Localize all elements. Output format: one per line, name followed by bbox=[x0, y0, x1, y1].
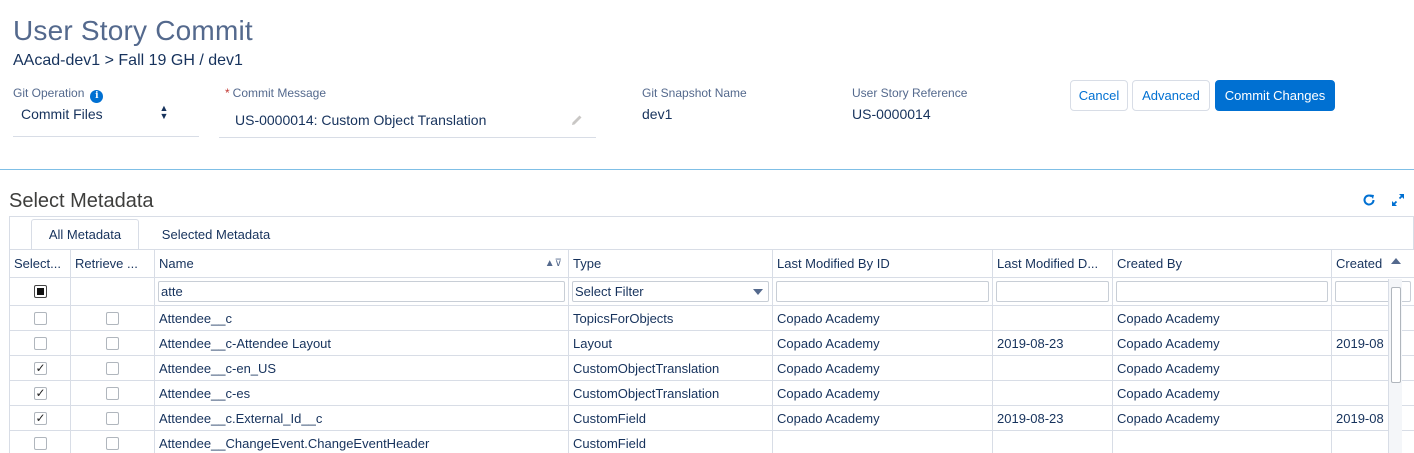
breadcrumb: AAcad-dev1 > Fall 19 GH / dev1 bbox=[13, 52, 243, 69]
col-last-modified-by[interactable]: Last Modified By ID bbox=[773, 250, 993, 277]
cell-type: CustomObjectTranslation bbox=[569, 381, 773, 405]
select-checkbox[interactable] bbox=[33, 361, 47, 375]
pencil-icon[interactable] bbox=[570, 113, 584, 127]
cell-created-by: Copado Academy bbox=[1113, 306, 1332, 330]
cell-modified-by: Copado Academy bbox=[773, 356, 993, 380]
retrieve-checkbox[interactable] bbox=[106, 311, 119, 325]
cell-modified-date: 2019-08-23 bbox=[993, 406, 1113, 430]
select-checkbox[interactable] bbox=[33, 436, 47, 450]
cell-modified-date bbox=[993, 431, 1113, 453]
scroll-up-icon[interactable] bbox=[1391, 258, 1401, 264]
select-checkbox[interactable] bbox=[33, 311, 47, 325]
cell-created-by: Copado Academy bbox=[1113, 381, 1332, 405]
col-created-by[interactable]: Created By bbox=[1113, 250, 1332, 277]
cell-modified-date bbox=[993, 306, 1113, 330]
retrieve-checkbox[interactable] bbox=[106, 411, 119, 425]
tab-selected-metadata[interactable]: Selected Metadata bbox=[146, 219, 286, 250]
retrieve-checkbox[interactable] bbox=[106, 361, 119, 375]
cell-modified-by bbox=[773, 431, 993, 453]
modified-by-filter-input[interactable] bbox=[776, 281, 989, 302]
scrollbar-thumb[interactable] bbox=[1391, 287, 1401, 383]
table-row[interactable]: Attendee__c-Attendee Layout Layout Copado … bbox=[10, 331, 1414, 356]
created-by-filter-input[interactable] bbox=[1116, 281, 1328, 302]
grid-header-row: Select... Retrieve ... Name ▲⊽ Type Last… bbox=[10, 250, 1414, 278]
commit-message-value: US-0000014: Custom Object Translation bbox=[235, 112, 487, 128]
col-created[interactable]: Created bbox=[1332, 250, 1414, 277]
cell-modified-date bbox=[993, 356, 1113, 380]
tab-all-metadata[interactable]: All Metadata bbox=[31, 219, 139, 250]
cell-type: CustomField bbox=[569, 431, 773, 453]
cell-name: Attendee__c.External_Id__c bbox=[155, 406, 569, 430]
cell-created-by: Copado Academy bbox=[1113, 406, 1332, 430]
cell-name: Attendee__ChangeEvent.ChangeEventHeader bbox=[155, 431, 569, 453]
grid-filter-row: Select Filter bbox=[10, 278, 1414, 306]
select-arrows-icon: ▲ ▼ bbox=[159, 103, 169, 121]
col-name[interactable]: Name ▲⊽ bbox=[155, 250, 569, 277]
name-filter-input[interactable] bbox=[158, 281, 565, 302]
select-checkbox[interactable] bbox=[33, 411, 47, 425]
cell-modified-by: Copado Academy bbox=[773, 406, 993, 430]
snapshot-label: Git Snapshot Name bbox=[642, 86, 747, 100]
cell-modified-by: Copado Academy bbox=[773, 306, 993, 330]
cell-created-by: Copado Academy bbox=[1113, 331, 1332, 355]
cell-modified-date bbox=[993, 381, 1113, 405]
git-operation-value: Commit Files bbox=[21, 106, 103, 122]
story-reference-value: US-0000014 bbox=[852, 106, 931, 122]
commit-message-field[interactable]: US-0000014: Custom Object Translation bbox=[219, 100, 596, 138]
select-checkbox[interactable] bbox=[33, 386, 47, 400]
sort-icon[interactable]: ▲ bbox=[545, 258, 555, 269]
chevron-down-icon bbox=[753, 289, 763, 295]
grid-scrollbar[interactable] bbox=[1388, 279, 1402, 453]
git-operation-select[interactable]: Commit Files ▲ ▼ bbox=[13, 100, 199, 137]
cell-type: TopicsForObjects bbox=[569, 306, 773, 330]
col-select[interactable]: Select... bbox=[10, 250, 71, 277]
retrieve-checkbox[interactable] bbox=[106, 436, 119, 450]
modified-date-filter-input[interactable] bbox=[996, 281, 1109, 302]
cell-name: Attendee__c-en_US bbox=[155, 356, 569, 380]
select-metadata-title: Select Metadata bbox=[9, 190, 154, 212]
metadata-tabs: All Metadata Selected Metadata bbox=[9, 216, 1414, 250]
cell-modified-by: Copado Academy bbox=[773, 331, 993, 355]
cell-name: Attendee__c-es bbox=[155, 381, 569, 405]
cell-type: CustomField bbox=[569, 406, 773, 430]
col-last-modified-date[interactable]: Last Modified D... bbox=[993, 250, 1113, 277]
commit-message-label: * Commit Message bbox=[225, 86, 327, 100]
table-row[interactable]: Attendee__c-esCustomObjectTranslationCop… bbox=[10, 381, 1414, 406]
table-row[interactable]: Attendee__c TopicsForObjects Copado Academ… bbox=[10, 306, 1414, 331]
metadata-grid: Select... Retrieve ... Name ▲⊽ Type Last… bbox=[9, 249, 1414, 453]
select-all-checkbox[interactable] bbox=[33, 285, 47, 298]
commit-changes-button[interactable]: Commit Changes bbox=[1215, 80, 1335, 111]
cell-type: Layout bbox=[569, 331, 773, 355]
col-retrieve[interactable]: Retrieve ... bbox=[71, 250, 155, 277]
advanced-button[interactable]: Advanced bbox=[1132, 80, 1210, 111]
cell-modified-date: 2019-08-23 bbox=[993, 331, 1113, 355]
cancel-button[interactable]: Cancel bbox=[1070, 80, 1128, 111]
table-row[interactable]: Attendee__c-en_USCustomObjectTranslation… bbox=[10, 356, 1414, 381]
table-row[interactable]: Attendee__ChangeEvent.ChangeEventHeader C… bbox=[10, 431, 1414, 453]
snapshot-value: dev1 bbox=[642, 106, 673, 122]
col-type[interactable]: Type bbox=[569, 250, 773, 277]
filter-icon[interactable]: ⊽ bbox=[555, 258, 562, 269]
cell-created-by bbox=[1113, 431, 1332, 453]
type-filter-select[interactable]: Select Filter bbox=[572, 281, 769, 302]
select-checkbox[interactable] bbox=[33, 336, 47, 350]
table-row[interactable]: Attendee__c.External_Id__cCustomFieldCop… bbox=[10, 406, 1414, 431]
refresh-icon[interactable] bbox=[1362, 193, 1376, 207]
cell-type: CustomObjectTranslation bbox=[569, 356, 773, 380]
expand-icon[interactable] bbox=[1391, 193, 1405, 207]
page-title: User Story Commit bbox=[13, 15, 253, 46]
retrieve-checkbox[interactable] bbox=[106, 386, 119, 400]
cell-modified-by: Copado Academy bbox=[773, 381, 993, 405]
retrieve-checkbox[interactable] bbox=[106, 336, 119, 350]
section-divider bbox=[0, 169, 1414, 170]
cell-created-by: Copado Academy bbox=[1113, 356, 1332, 380]
story-reference-label: User Story Reference bbox=[852, 86, 968, 100]
cell-name: Attendee__c bbox=[155, 306, 569, 330]
cell-name: Attendee__c-Attendee Layout bbox=[155, 331, 569, 355]
